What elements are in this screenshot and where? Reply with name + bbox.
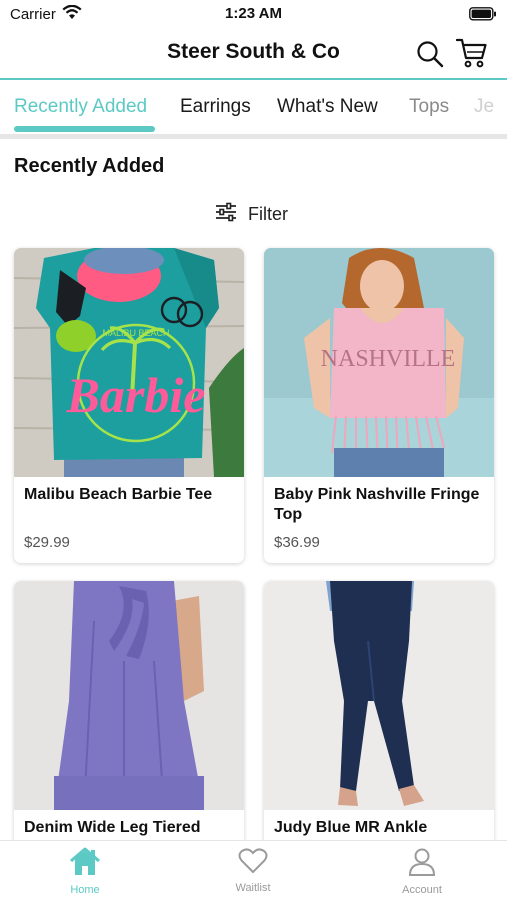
- product-name: Malibu Beach Barbie Tee: [24, 486, 213, 503]
- tab-earrings[interactable]: Earrings: [180, 96, 251, 118]
- product-name: Baby Pink Nashville Fringe Top: [274, 486, 480, 523]
- shirt-print-text: Barbie: [66, 367, 206, 423]
- product-name: Judy Blue MR Ankle: [274, 819, 428, 836]
- status-bar: Carrier 1:23 AM: [0, 0, 507, 28]
- product-price: $36.99: [274, 534, 320, 551]
- heart-icon: [238, 848, 268, 879]
- search-icon[interactable]: [416, 40, 444, 73]
- section-title: Recently Added: [14, 155, 165, 177]
- bottom-tab-bar: Home Waitlist Account: [0, 840, 507, 900]
- product-card[interactable]: Judy Blue MR Ankle: [264, 581, 494, 851]
- tab-tops[interactable]: Tops: [409, 96, 449, 118]
- screen: Carrier 1:23 AM Steer South & Co Recentl…: [0, 0, 507, 900]
- product-image: [264, 581, 494, 810]
- tab-whats-new[interactable]: What's New: [277, 96, 378, 118]
- tab-je[interactable]: Je: [474, 96, 494, 118]
- filter-button[interactable]: Filter: [214, 202, 288, 226]
- app-header: Steer South & Co: [0, 30, 507, 78]
- tabbar-waitlist-label: Waitlist: [235, 882, 271, 894]
- tabs-divider: [0, 134, 507, 139]
- tabbar-home[interactable]: Home: [35, 847, 135, 896]
- product-card[interactable]: Barbie MALIBU BEACH Malibu Beach Barbie …: [14, 248, 244, 563]
- product-image: [14, 581, 244, 810]
- product-image: Barbie MALIBU BEACH: [14, 248, 244, 477]
- person-icon: [407, 848, 437, 881]
- home-icon: [68, 847, 102, 881]
- tabbar-account[interactable]: Account: [372, 847, 472, 896]
- sliders-icon: [214, 202, 238, 227]
- cart-icon[interactable]: [455, 38, 488, 73]
- shirt-arc-text: MALIBU BEACH: [102, 328, 169, 338]
- product-price: $29.99: [24, 534, 70, 551]
- tabbar-home-label: Home: [70, 884, 100, 896]
- clock: 1:23 AM: [225, 5, 282, 22]
- product-card[interactable]: Denim Wide Leg Tiered: [14, 581, 244, 851]
- product-image: NASHVILLE: [264, 248, 494, 477]
- tabbar-account-label: Account: [402, 884, 442, 896]
- product-card[interactable]: NASHVILLE Baby Pink Nashville Fringe Top…: [264, 248, 494, 563]
- tabbar-waitlist[interactable]: Waitlist: [203, 847, 303, 894]
- shirt-print-text: NASHVILLE: [321, 346, 456, 372]
- active-tab-indicator: [14, 126, 155, 132]
- product-name: Denim Wide Leg Tiered: [24, 819, 201, 836]
- tab-recently-added[interactable]: Recently Added: [14, 96, 147, 118]
- filter-label: Filter: [248, 203, 288, 224]
- battery-icon: [469, 7, 497, 26]
- category-tabs: Recently Added Earrings What's New Tops …: [0, 80, 507, 136]
